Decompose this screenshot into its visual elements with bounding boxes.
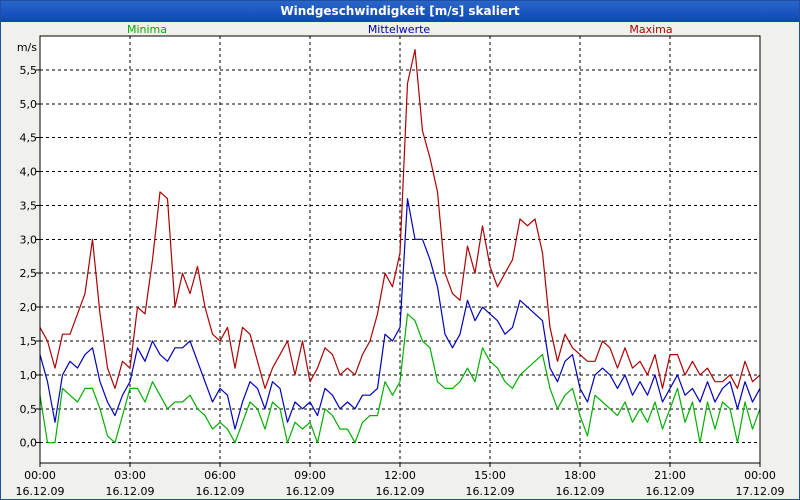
chart-window: Windgeschwindigkeit [m/s] skaliert 0,0 0,… (0, 0, 800, 500)
legend-item-mittelwerte: Mittelwerte (368, 23, 431, 36)
x-tick-time-label: 06:00 (204, 469, 236, 482)
x-tick-time-label: 21:00 (654, 469, 686, 482)
y-tick-label: 0,0 (20, 437, 38, 450)
x-tick-time-label: 00:00 (744, 469, 776, 482)
y-tick-label: 2,0 (20, 301, 38, 314)
y-tick-label: 2,5 (20, 267, 38, 280)
x-tick-time-label: 15:00 (474, 469, 506, 482)
y-tick-label: 3,5 (20, 199, 38, 212)
x-tick-time-label: 00:00 (24, 469, 56, 482)
x-tick-time-label: 03:00 (114, 469, 146, 482)
y-tick-label: 0,5 (20, 403, 38, 416)
x-tick-date-label: 17.12.09 (736, 485, 785, 498)
x-tick-date-label: 16.12.09 (646, 485, 695, 498)
x-tick-time-label: 12:00 (384, 469, 416, 482)
y-tick-label: 5,5 (20, 64, 38, 77)
x-tick-date-label: 16.12.09 (556, 485, 605, 498)
x-tick-date-label: 16.12.09 (376, 485, 425, 498)
y-tick-label: 1,5 (20, 335, 38, 348)
x-tick-date-label: 16.12.09 (16, 485, 65, 498)
wind-speed-chart: 0,0 0,5 1,0 1,5 2,0 2,5 3,0 3,5 4,0 4,5 5,0 5,5 00:0… (16, 23, 785, 498)
x-tick-date-label: 16.12.09 (106, 485, 155, 498)
x-tick-date-label: 16.12.09 (196, 485, 245, 498)
x-tick-time-label: 18:00 (564, 469, 596, 482)
x-tick-date-label: 16.12.09 (466, 485, 515, 498)
legend-item-maxima: Maxima (629, 23, 672, 36)
y-axis-label: m/s (17, 41, 37, 54)
y-tick-label: 4,5 (20, 132, 38, 145)
x-tick-date-label: 16.12.09 (286, 485, 335, 498)
y-tick-label: 1,0 (20, 369, 38, 382)
y-tick-label: 4,0 (20, 166, 38, 179)
x-tick-time-label: 09:00 (294, 469, 326, 482)
window-title: Windgeschwindigkeit [m/s] skaliert (1, 1, 799, 22)
y-tick-label: 3,0 (20, 233, 38, 246)
y-tick-label: 5,0 (20, 98, 38, 111)
legend-item-minima: Minima (127, 23, 167, 36)
